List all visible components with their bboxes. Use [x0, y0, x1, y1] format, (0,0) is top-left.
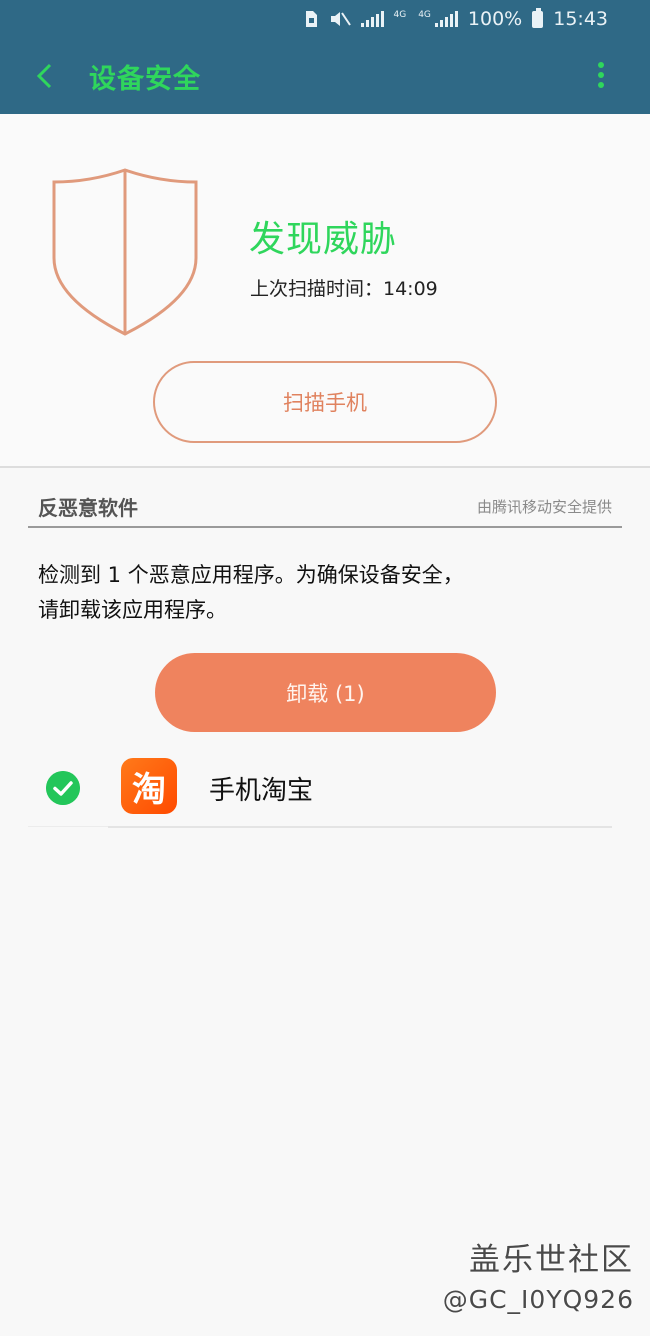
detection-message-line-2: 请卸载该应用程序。 — [38, 598, 227, 622]
detection-message: 检测到 1 个恶意应用程序。为确保设备安全， 请卸载该应用程序。 — [38, 558, 598, 628]
network-4g-icon: 4G — [394, 11, 409, 27]
sim-card-icon — [305, 11, 317, 27]
threat-status: 发现威胁 — [249, 219, 398, 260]
watermark-user: @GC_I0YQ926 — [442, 1285, 634, 1314]
status-icons: 4G 4G 100% 15:43 — [303, 6, 608, 32]
app-name: 手机淘宝 — [209, 776, 314, 806]
scan-phone-button[interactable]: 扫描手机 — [153, 361, 497, 443]
page-title: 设备安全 — [89, 64, 201, 95]
clock: 15:43 — [553, 8, 608, 30]
battery-percent: 100% — [467, 8, 523, 30]
back-arrow-icon[interactable] — [28, 58, 64, 94]
app-bar: 设备安全 — [0, 38, 650, 114]
list-item[interactable]: 淘 手机淘宝 — [28, 748, 622, 828]
security-summary: 发现威胁 上次扫描时间：14:09 扫描手机 — [0, 114, 650, 466]
network-type-label-2: 4G — [418, 10, 431, 20]
checkmark-icon[interactable] — [46, 771, 80, 805]
signal-strength-icon — [360, 11, 384, 27]
row-divider-left — [28, 826, 108, 827]
battery-icon — [532, 7, 544, 28]
shield-icon — [52, 168, 198, 336]
last-scan-time: 上次扫描时间：14:09 — [250, 278, 438, 300]
more-options-icon[interactable] — [586, 56, 616, 96]
status-bar: 4G 4G 100% 15:43 — [0, 0, 650, 38]
detection-message-line-1: 检测到 1 个恶意应用程序。为确保设备安全， — [38, 563, 464, 587]
taobao-icon: 淘 — [121, 758, 177, 814]
network-type-label: 4G — [393, 10, 407, 20]
watermark-community: 盖乐世社区 — [469, 1242, 634, 1278]
anti-malware-section-header: 反恶意软件 由腾讯移动安全提供 — [28, 490, 622, 528]
section-title: 反恶意软件 — [38, 496, 138, 520]
row-divider — [108, 826, 612, 828]
provider-credit: 由腾讯移动安全提供 — [476, 498, 612, 516]
watermark: 盖乐世社区 @GC_I0YQ926 — [443, 1234, 634, 1314]
mute-icon — [330, 12, 351, 26]
section-divider — [0, 466, 650, 468]
uninstall-button[interactable]: 卸载 (1) — [155, 653, 496, 732]
signal-strength-icon-2: 4G — [418, 11, 458, 27]
